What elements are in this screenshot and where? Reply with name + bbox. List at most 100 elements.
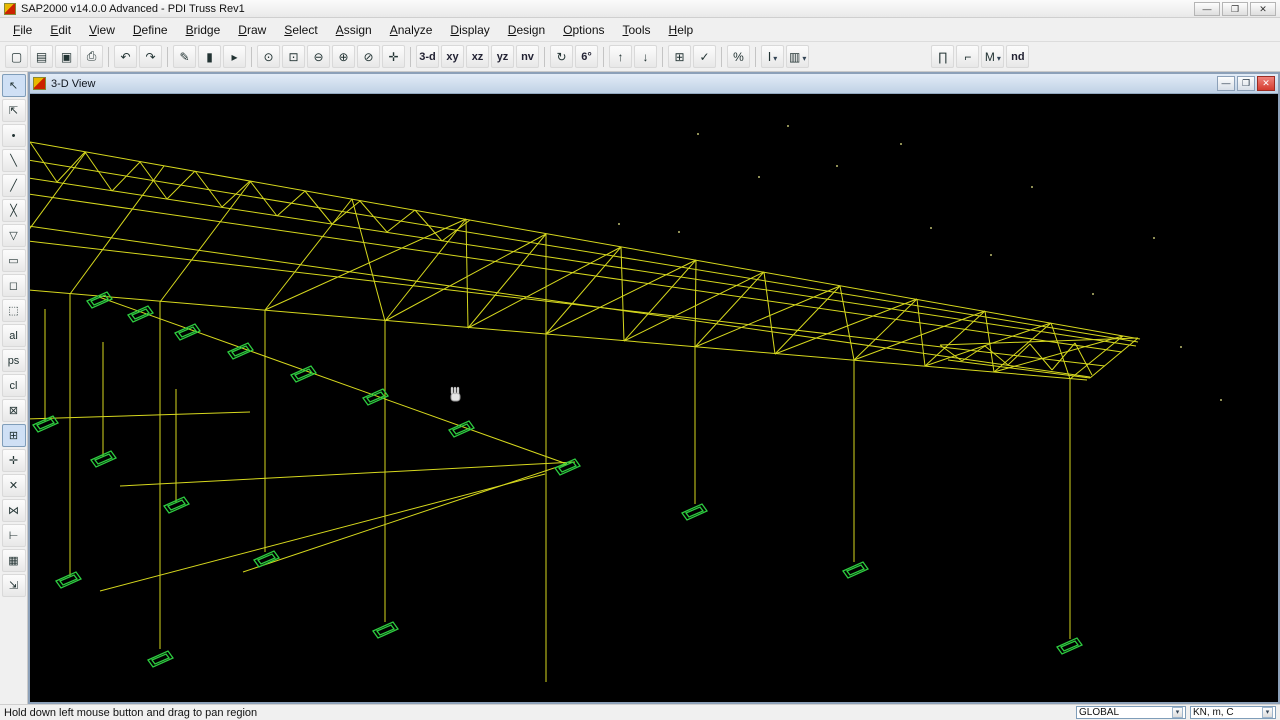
snap-options-button[interactable]: ⊞ — [668, 45, 691, 68]
move-joint-button[interactable]: ✛ — [1, 449, 26, 472]
toolbar-separator — [544, 46, 545, 67]
menu-bridge[interactable]: Bridge — [177, 20, 230, 40]
save-button[interactable]: ▣ — [55, 45, 78, 68]
view-xy-button[interactable]: xy — [441, 45, 464, 68]
display-options-button[interactable]: ▥ — [786, 45, 810, 68]
menu-analyze[interactable]: Analyze — [381, 20, 442, 40]
menu-options[interactable]: Options — [554, 20, 613, 40]
chevron-down-icon — [995, 50, 1001, 64]
restore-full-view-button[interactable]: ⊡ — [282, 45, 305, 68]
maximize-button[interactable]: ❐ — [1222, 1, 1248, 16]
view-xz-button[interactable]: xz — [466, 45, 489, 68]
zoom-out-button[interactable]: ⊘ — [357, 45, 380, 68]
menu-draw[interactable]: Draw — [229, 20, 275, 40]
previous-zoom-button[interactable]: ⊖ — [307, 45, 330, 68]
toolbar-separator — [603, 46, 604, 67]
frame-section-button[interactable]: ∏ — [931, 45, 955, 68]
menu-design[interactable]: Design — [499, 20, 554, 40]
status-message: Hold down left mouse button and drag to … — [4, 706, 258, 719]
menu-tools[interactable]: Tools — [614, 20, 660, 40]
undo-button[interactable]: ↶ — [114, 45, 137, 68]
draw-frame-button[interactable]: ╲ — [1, 149, 26, 172]
redo-button[interactable]: ↷ — [139, 45, 162, 68]
draw-rect-area-button[interactable]: ▭ — [1, 249, 26, 272]
area-section-button[interactable]: ⌐ — [956, 45, 980, 68]
toolbar-separator — [167, 46, 168, 67]
object-check-button[interactable]: ✓ — [693, 45, 716, 68]
menu-edit[interactable]: Edit — [41, 20, 80, 40]
reshape-object-button[interactable]: ⇱ — [1, 99, 26, 122]
nd-display-button[interactable]: nd — [1006, 45, 1030, 68]
menu-assign[interactable]: Assign — [327, 20, 381, 40]
assign-ps-button[interactable]: ps — [1, 349, 26, 372]
quick-draw-frame-button[interactable]: ╱ — [1, 174, 26, 197]
units-select[interactable]: KN, m, C ▾ — [1190, 706, 1276, 719]
lock-model-button[interactable]: ▮ — [198, 45, 221, 68]
open-file-button[interactable]: ▤ — [30, 45, 53, 68]
child-restore-button[interactable]: ❐ — [1237, 76, 1255, 91]
moment-glyph: M — [984, 49, 995, 64]
show-grid-button[interactable]: ⊠ — [1, 399, 26, 422]
draw-solid-button[interactable]: ⬚ — [1, 299, 26, 322]
status-bar: Hold down left mouse button and drag to … — [0, 704, 1280, 720]
window-controls: — ❐ ✕ — [1194, 1, 1276, 16]
extrude-object-button[interactable]: ⊢ — [1, 524, 26, 547]
show-tables-button[interactable]: ▦ — [1, 549, 26, 572]
print-button[interactable]: ⎙ — [80, 45, 103, 68]
menu-display[interactable]: Display — [441, 20, 498, 40]
sap2000-view-icon — [33, 77, 46, 90]
move-up-button[interactable]: ↑ — [609, 45, 632, 68]
select-group-button[interactable]: ⊞ — [1, 424, 26, 447]
view-nv-button[interactable]: nv — [516, 45, 539, 68]
view-yz-button[interactable]: yz — [491, 45, 514, 68]
menu-help[interactable]: Help — [660, 20, 703, 40]
menu-select[interactable]: Select — [275, 20, 326, 40]
perspective-toggle-button[interactable]: 6° — [575, 45, 598, 68]
menu-define[interactable]: Define — [124, 20, 177, 40]
sap2000-app-icon — [4, 2, 16, 15]
3d-view-window: 3-D View — ❐ ✕ — [28, 72, 1280, 704]
rubber-band-zoom-button[interactable]: ⊙ — [257, 45, 280, 68]
quick-draw-area-button[interactable]: ◻ — [1, 274, 26, 297]
coord-system-select[interactable]: GLOBAL ▾ — [1076, 706, 1186, 719]
child-window-controls: — ❐ ✕ — [1217, 76, 1275, 91]
moment-display-button[interactable]: M — [981, 45, 1005, 68]
assign-al-button[interactable]: al — [1, 324, 26, 347]
quick-draw-brace-button[interactable]: ╳ — [1, 199, 26, 222]
close-button[interactable]: ✕ — [1250, 1, 1276, 16]
new-model-button[interactable]: ▢ — [5, 45, 28, 68]
pointer-select-button[interactable]: ↖ — [1, 74, 26, 97]
child-title-bar[interactable]: 3-D View — ❐ ✕ — [30, 74, 1278, 94]
snap-to-point-button[interactable]: ⇲ — [1, 574, 26, 597]
delete-object-button[interactable]: ✕ — [1, 474, 26, 497]
refresh-draw-button[interactable]: ✎ — [173, 45, 196, 68]
window-title: SAP2000 v14.0.0 Advanced - PDI Truss Rev… — [21, 2, 245, 15]
draw-joint-button[interactable]: • — [1, 124, 26, 147]
draw-poly-area-button[interactable]: ▽ — [1, 224, 26, 247]
chevron-down-icon — [800, 50, 806, 64]
menu-bar: File Edit View Define Bridge Draw Select… — [0, 18, 1280, 42]
assign-cl-button[interactable]: cl — [1, 374, 26, 397]
main-toolbar: ▢ ▤ ▣ ⎙ ↶ ↷ ✎ ▮ ▸ ⊙ ⊡ ⊖ ⊕ ⊘ ✛ 3-d xy xz … — [0, 42, 1280, 72]
menu-view[interactable]: View — [80, 20, 124, 40]
move-down-button[interactable]: ↓ — [634, 45, 657, 68]
toolbar-separator — [755, 46, 756, 67]
chevron-down-icon — [771, 50, 777, 64]
i-section-display-button[interactable]: Ⅰ — [761, 45, 784, 68]
chevron-down-icon: ▾ — [1172, 707, 1183, 718]
model-canvas[interactable] — [30, 94, 1278, 702]
mirror-object-button[interactable]: ⋈ — [1, 499, 26, 522]
child-minimize-button[interactable]: — — [1217, 76, 1235, 91]
minimize-button[interactable]: — — [1194, 1, 1220, 16]
rotate-3d-view-button[interactable]: ↻ — [550, 45, 573, 68]
run-analysis-button[interactable]: ▸ — [223, 45, 246, 68]
zoom-in-button[interactable]: ⊕ — [332, 45, 355, 68]
show-ratios-button[interactable]: % — [727, 45, 750, 68]
view-3d-button[interactable]: 3-d — [416, 45, 439, 68]
child-close-button[interactable]: ✕ — [1257, 76, 1275, 91]
toolbar-separator — [108, 46, 109, 67]
main-title-bar: SAP2000 v14.0.0 Advanced - PDI Truss Rev… — [0, 0, 1280, 18]
model-svg — [30, 94, 1278, 702]
pan-button[interactable]: ✛ — [382, 45, 405, 68]
menu-file[interactable]: File — [4, 20, 41, 40]
